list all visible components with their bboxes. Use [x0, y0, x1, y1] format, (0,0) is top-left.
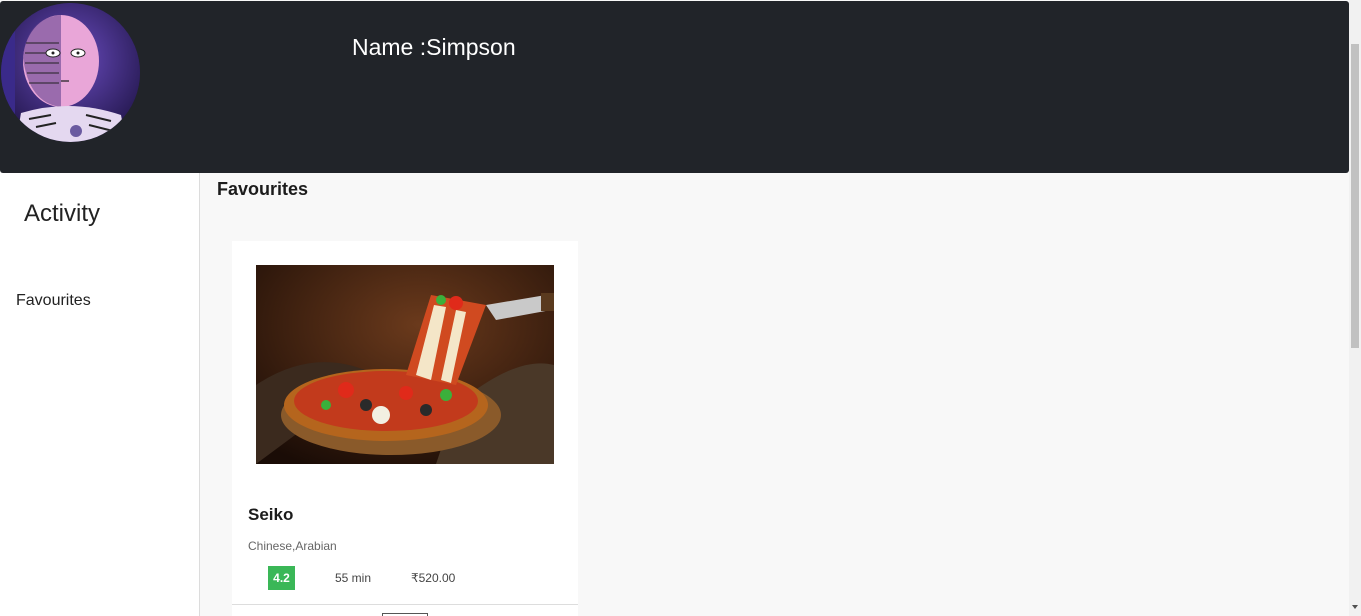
scroll-down-arrow-icon[interactable]	[1352, 605, 1358, 609]
sidebar: Activity Favourites	[0, 173, 200, 616]
sidebar-item-favourites[interactable]: Favourites	[16, 292, 91, 310]
sidebar-title: Activity	[24, 200, 101, 227]
price: ₹520.00	[411, 571, 456, 585]
rating-badge: 4.2	[268, 566, 295, 590]
card-divider	[232, 604, 578, 605]
profile-name: Name :Simpson	[352, 34, 516, 60]
avatar-image	[1, 3, 140, 142]
section-title: Favourites	[217, 179, 309, 199]
restaurant-cuisine: Chinese,Arabian	[248, 539, 337, 553]
pizza-image	[256, 265, 554, 464]
restaurant-name[interactable]: Seiko	[248, 505, 293, 525]
profile-header: Name :Simpson	[0, 1, 1349, 173]
avatar	[1, 3, 140, 142]
scrollbar-thumb[interactable]	[1351, 44, 1359, 348]
delivery-time: 55 min	[335, 571, 372, 585]
main-content: Favourites Seiko Chinese,Arabian 4.2 55 …	[201, 173, 1349, 616]
restaurant-card[interactable]: Seiko Chinese,Arabian 4.2 55 min ₹520.00	[232, 241, 578, 616]
restaurant-image[interactable]	[256, 265, 554, 464]
scrollbar[interactable]	[1349, 0, 1361, 616]
